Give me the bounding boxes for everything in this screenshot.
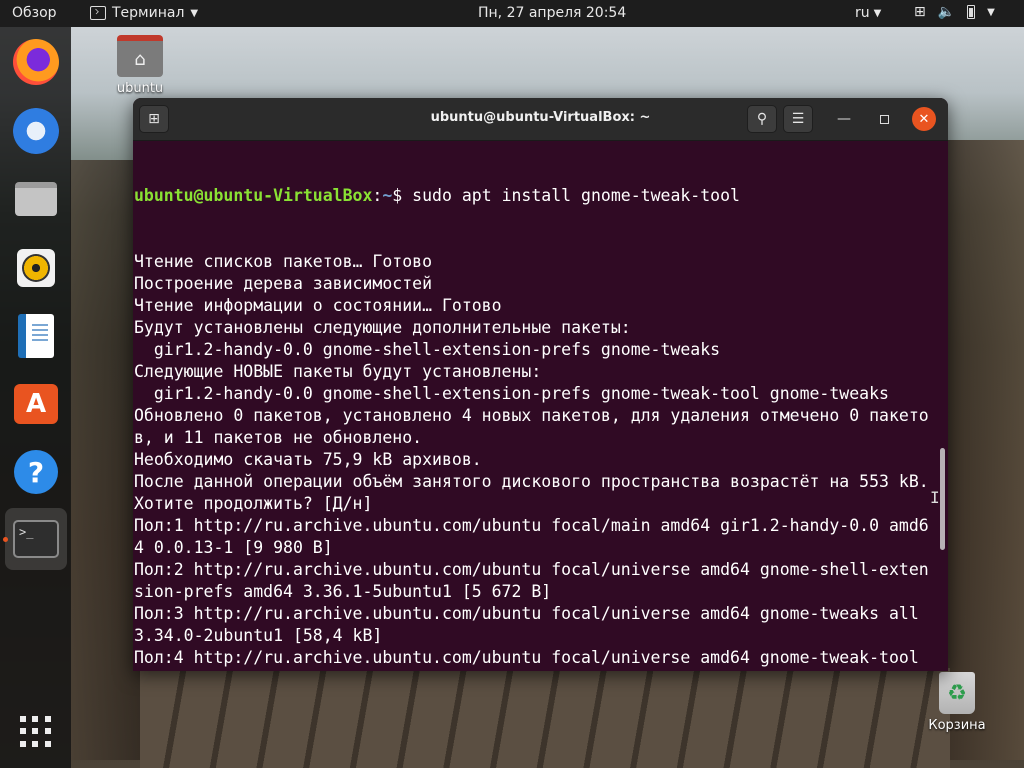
chevron-down-icon: ▼ — [987, 6, 995, 18]
terminal-output-line: Следующие НОВЫЕ пакеты будут установлены… — [134, 362, 542, 381]
running-indicator — [3, 537, 8, 542]
wallpaper-bridge-deck — [140, 668, 950, 768]
network-icon: ⊞ — [914, 4, 926, 20]
terminal-output[interactable]: ubuntu@ubuntu-VirtualBox:~$ sudo apt ins… — [133, 141, 938, 671]
terminal-output-line: Построение дерева зависимостей — [134, 274, 433, 293]
window-title: ubuntu@ubuntu-VirtualBox: ~ — [430, 110, 651, 125]
prompt-user: ubuntu@ubuntu-VirtualBox — [134, 186, 373, 205]
keyboard-layout-button[interactable]: ru ▼ — [855, 5, 881, 21]
battery-icon — [967, 5, 976, 19]
terminal-output-line: 3.34.0-2ubuntu1 [58,4 kB] — [134, 626, 383, 645]
trash-icon: ♻ — [939, 672, 975, 714]
dock-thunderbird[interactable] — [10, 105, 62, 157]
terminal-output-line: sion-prefs amd64 3.36.1-5ubuntu1 [5 672 … — [134, 582, 552, 601]
close-icon: ✕ — [918, 111, 930, 127]
terminal-output-line: Обновлено 0 пакетов, установлено 4 новых… — [134, 406, 929, 425]
top-bar: Обзор Терминал ▼ Пн, 27 апреля 20:54 ru … — [0, 0, 1024, 27]
terminal-output-line: Хотите продолжить? [Д/н] — [134, 494, 373, 513]
libreoffice-writer-icon — [18, 314, 54, 358]
desktop-trash[interactable]: ♻ Корзина — [925, 672, 989, 733]
volume-icon: 🔈 — [937, 4, 956, 20]
prompt-path: ~ — [382, 186, 393, 205]
system-menu-button[interactable]: ⊞ 🔈 ▼ — [914, 4, 995, 20]
terminal-icon: >_ — [13, 520, 59, 558]
terminal-output-line: Пол:1 http://ru.archive.ubuntu.com/ubunt… — [134, 516, 929, 535]
firefox-icon — [13, 39, 59, 85]
terminal-output-line: в, и 11 пакетов не обновлено. — [134, 428, 423, 447]
dock-writer[interactable] — [10, 310, 62, 362]
terminal-output-line: После данной операции объём занятого дис… — [134, 472, 929, 491]
terminal-output-line: Необходимо скачать 75,9 kB архивов. — [134, 450, 482, 469]
chevron-down-icon: ▼ — [873, 7, 882, 19]
dock-help[interactable]: ? — [10, 446, 62, 498]
hamburger-menu-icon: ☰ — [791, 111, 805, 127]
prompt-command: $ sudo apt install gnome-tweak-tool — [392, 186, 740, 205]
terminal-output-line: gir1.2-handy-0.0 gnome-shell-extension-p… — [134, 384, 889, 403]
dock-terminal[interactable]: >_ — [5, 508, 67, 570]
desktop-trash-label: Корзина — [928, 718, 986, 733]
close-button[interactable]: ✕ — [912, 107, 936, 131]
menu-button[interactable]: ☰ — [783, 105, 813, 133]
terminal-scrollbar[interactable] — [940, 448, 945, 550]
dock-rhythmbox[interactable] — [10, 242, 62, 294]
activities-button[interactable]: Обзор — [12, 5, 57, 21]
desktop-home-folder[interactable]: ⌂ ubuntu — [115, 35, 165, 96]
text-cursor-icon: I — [930, 488, 940, 507]
terminal-output-line: 4 0.0.13-1 [9 980 B] — [134, 538, 333, 557]
dock-firefox[interactable] — [10, 36, 62, 88]
terminal-output-line: Будут установлены следующие дополнительн… — [134, 318, 631, 337]
terminal-mini-icon — [90, 6, 106, 20]
files-icon — [15, 182, 57, 216]
minimize-button[interactable]: — — [831, 106, 857, 132]
ubuntu-software-icon: A — [14, 384, 58, 424]
app-menu-button[interactable]: Терминал ▼ — [90, 5, 198, 21]
maximize-icon — [879, 114, 889, 124]
home-folder-icon: ⌂ — [117, 35, 163, 77]
desktop-home-label: ubuntu — [116, 81, 164, 96]
terminal-output-line: all 3.34.0-2ubuntu1 [1 848 B] — [134, 669, 938, 671]
app-menu-label: Терминал — [112, 5, 185, 21]
terminal-output-line: Чтение списков пакетов… Готово — [134, 252, 433, 271]
terminal-output-line: Пол:3 http://ru.archive.ubuntu.com/ubunt… — [134, 604, 919, 623]
rhythmbox-icon — [17, 249, 55, 287]
thunderbird-icon — [13, 108, 59, 154]
wallpaper-bridge-right — [946, 140, 1024, 760]
search-button[interactable]: ⚲ — [747, 105, 777, 133]
terminal-window: ⊞ ubuntu@ubuntu-VirtualBox: ~ ⚲ ☰ — ✕ ub… — [133, 98, 948, 671]
dock: A ? >_ — [0, 27, 71, 768]
help-icon: ? — [14, 450, 58, 494]
keyboard-layout-label: ru — [855, 5, 870, 21]
dock-files[interactable] — [10, 173, 62, 225]
clock[interactable]: Пн, 27 апреля 20:54 — [478, 5, 626, 21]
prompt-line: ubuntu@ubuntu-VirtualBox:~$ sudo apt ins… — [134, 185, 938, 207]
terminal-headerbar[interactable]: ⊞ ubuntu@ubuntu-VirtualBox: ~ ⚲ ☰ — ✕ — [133, 98, 948, 141]
chevron-down-icon: ▼ — [190, 7, 199, 19]
show-applications-button[interactable] — [10, 706, 62, 758]
terminal-output-line: Чтение информации о состоянии… Готово — [134, 296, 502, 315]
dock-software[interactable]: A — [10, 378, 62, 430]
terminal-output-line: Пол:2 http://ru.archive.ubuntu.com/ubunt… — [134, 560, 929, 579]
minimize-icon: — — [837, 111, 851, 127]
show-applications-icon — [20, 716, 52, 748]
terminal-output-line: Пол:4 http://ru.archive.ubuntu.com/ubunt… — [134, 648, 919, 667]
maximize-button[interactable] — [871, 106, 897, 132]
prompt-separator: : — [372, 186, 383, 205]
terminal-output-line: gir1.2-handy-0.0 gnome-shell-extension-p… — [134, 340, 721, 359]
search-icon: ⚲ — [756, 111, 768, 127]
